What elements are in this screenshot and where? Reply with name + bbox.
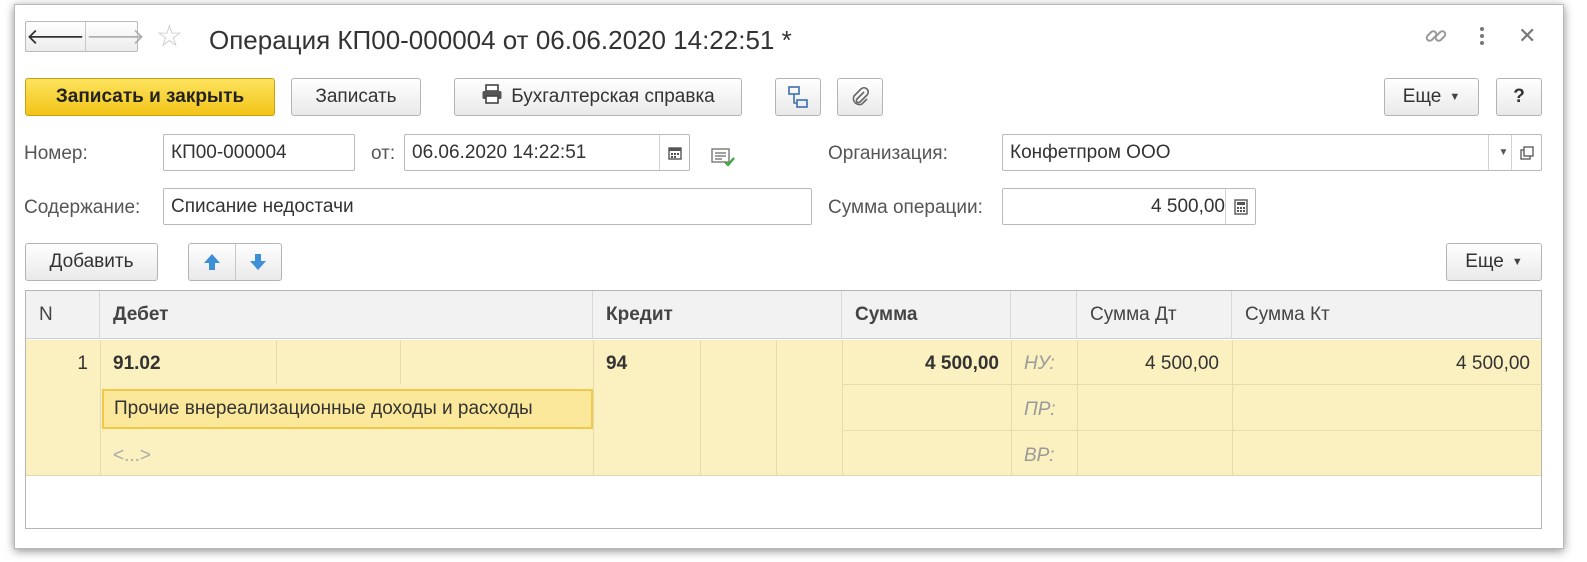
table-header: N Дебет Кредит Сумма Сумма Дт Сумма Кт <box>26 291 1541 339</box>
chevron-down-icon: ▼ <box>1511 256 1523 268</box>
help-label: ? <box>1513 86 1525 107</box>
more-label: Еще <box>1402 86 1442 107</box>
debit-subconto-placeholder[interactable]: <...> <box>113 445 151 467</box>
vertical-dots-icon[interactable] <box>1477 23 1487 55</box>
header-sum-kt[interactable]: Сумма Кт <box>1232 291 1543 339</box>
type-nu: НУ: <box>1024 353 1055 374</box>
debit-subconto-field[interactable]: Прочие внереализационные доходы и расход… <box>102 389 593 429</box>
header-sum[interactable]: Сумма <box>842 291 1011 339</box>
header-n[interactable]: N <box>26 291 100 339</box>
link-icon[interactable] <box>1423 23 1449 55</box>
organization-value: Конфетпром ООО <box>1010 141 1171 163</box>
header-debit-label: Дебет <box>113 304 169 325</box>
save-button[interactable]: Записать <box>291 78 421 116</box>
move-buttons <box>188 243 282 281</box>
date-field[interactable]: 06.06.2020 14:22:51 <box>404 134 690 171</box>
paperclip-icon[interactable] <box>837 78 883 116</box>
favorite-star-icon[interactable]: ☆ <box>156 22 183 52</box>
organization-label: Организация: <box>828 143 948 164</box>
more-button[interactable]: Еще ▼ <box>1384 78 1479 116</box>
header-sum-dt-label: Сумма Дт <box>1090 304 1177 325</box>
add-row-button[interactable]: Добавить <box>25 243 158 281</box>
document-status-icon[interactable] <box>711 147 735 172</box>
debit-subconto-value: Прочие внереализационные доходы и расход… <box>114 398 533 419</box>
window-title: Операция КП00-000004 от 06.06.2020 14:22… <box>209 25 792 55</box>
row-sum[interactable]: 4 500,00 <box>842 353 999 375</box>
header-credit-label: Кредит <box>606 304 673 325</box>
forward-arrow-icon[interactable]: 🡒 <box>85 22 145 51</box>
structure-icon[interactable] <box>775 78 821 116</box>
table-more-label: Еще <box>1465 251 1504 272</box>
operation-sum-field[interactable]: 4 500,00 <box>1002 188 1256 225</box>
chevron-down-icon: ▼ <box>1449 91 1461 103</box>
header-type[interactable] <box>1011 291 1077 339</box>
accounting-report-label: Бухгалтерская справка <box>511 86 715 107</box>
help-button[interactable]: ? <box>1496 78 1542 116</box>
header-n-label: N <box>39 304 53 325</box>
type-pr: ПР: <box>1024 399 1056 420</box>
content-label: Содержание: <box>24 197 141 218</box>
row-sum-dt[interactable]: 4 500,00 <box>1077 353 1219 375</box>
entries-table: N Дебет Кредит Сумма Сумма Дт Сумма Кт 1… <box>25 290 1543 529</box>
number-field[interactable]: КП00-000004 <box>163 134 355 171</box>
document-window: 🡐 🡒 ☆ Операция КП00-000004 от 06.06.2020… <box>14 4 1564 549</box>
save-and-close-label: Записать и закрыть <box>55 86 245 107</box>
table-more-button[interactable]: Еще ▼ <box>1446 243 1542 281</box>
printer-icon <box>481 84 503 110</box>
type-vr: ВР: <box>1024 445 1055 466</box>
close-icon[interactable]: ✕ <box>1518 23 1536 49</box>
move-down-icon[interactable] <box>236 252 282 272</box>
operation-sum-value: 4 500,00 <box>1151 195 1225 217</box>
credit-account[interactable]: 94 <box>606 353 627 375</box>
header-sum-dt[interactable]: Сумма Дт <box>1077 291 1232 339</box>
accounting-report-button[interactable]: Бухгалтерская справка <box>454 78 742 116</box>
header-sum-kt-label: Сумма Кт <box>1245 304 1330 325</box>
save-label: Записать <box>315 86 397 107</box>
debit-account[interactable]: 91.02 <box>113 353 161 375</box>
header-credit[interactable]: Кредит <box>593 291 842 339</box>
number-value: КП00-000004 <box>171 141 287 163</box>
header-sum-label: Сумма <box>855 304 918 325</box>
move-up-icon[interactable] <box>189 252 235 272</box>
row-number: 1 <box>77 353 88 374</box>
save-and-close-button[interactable]: Записать и закрыть <box>25 78 275 116</box>
calendar-icon[interactable] <box>659 135 689 170</box>
date-value: 06.06.2020 14:22:51 <box>412 141 587 163</box>
row-sum-kt[interactable]: 4 500,00 <box>1232 353 1530 375</box>
organization-field[interactable]: Конфетпром ООО ▼ <box>1002 134 1542 171</box>
header-debit[interactable]: Дебет <box>100 291 593 339</box>
operation-sum-label: Сумма операции: <box>828 197 983 218</box>
date-label: от: <box>371 143 396 164</box>
content-field[interactable]: Списание недостачи <box>163 188 812 225</box>
number-label: Номер: <box>24 143 88 164</box>
back-arrow-icon[interactable]: 🡐 <box>26 22 85 51</box>
nav-buttons: 🡐 🡒 <box>25 21 145 52</box>
calculator-icon[interactable] <box>1225 189 1255 224</box>
content-value: Списание недостачи <box>171 195 354 217</box>
open-icon[interactable] <box>1511 135 1541 170</box>
add-row-label: Добавить <box>49 251 134 272</box>
